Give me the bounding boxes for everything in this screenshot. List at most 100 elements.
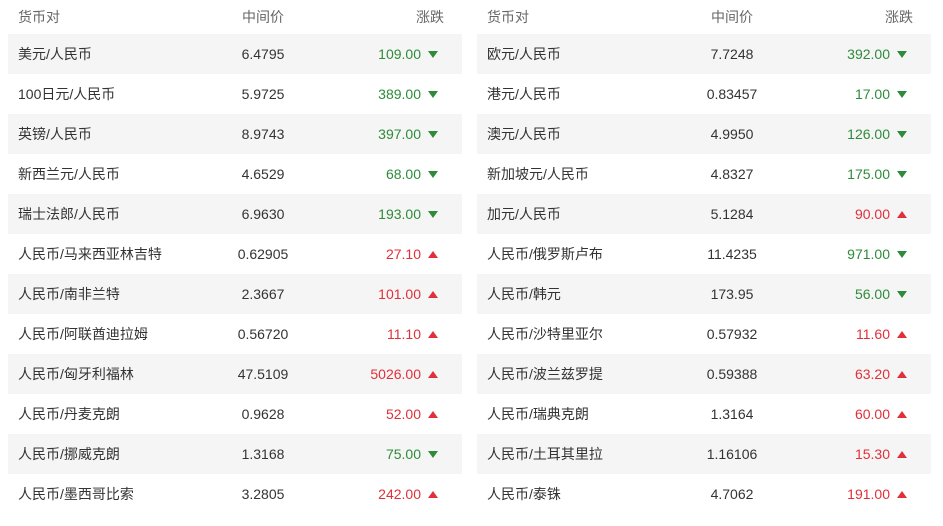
- change-value: 242.00: [378, 486, 421, 502]
- change-value: 68.00: [385, 166, 421, 182]
- currency-pair[interactable]: 欧元/人民币: [477, 44, 677, 64]
- change-value: 90.00: [854, 206, 890, 222]
- change-cell: 392.00: [787, 46, 931, 62]
- mid-price: 0.83457: [706, 86, 758, 102]
- currency-pair[interactable]: 人民币/阿联酋迪拉姆: [8, 324, 208, 344]
- currency-pair[interactable]: 瑞士法郎/人民币: [8, 204, 208, 224]
- change-value: 389.00: [378, 86, 421, 102]
- mid-price: 4.6529: [241, 166, 285, 182]
- change-cell: 191.00: [787, 486, 931, 502]
- change-value: 63.20: [854, 366, 890, 382]
- table-row[interactable]: 人民币/泰铢 4.7062 191.00: [477, 474, 931, 514]
- triangle-down-icon: [897, 250, 907, 258]
- currency-pair[interactable]: 人民币/南非兰特: [8, 284, 208, 304]
- mid-price: 4.9950: [710, 126, 754, 142]
- currency-pair[interactable]: 人民币/瑞典克朗: [477, 404, 677, 424]
- change-value: 971.00: [847, 246, 890, 262]
- table-row[interactable]: 人民币/韩元 173.95 56.00: [477, 274, 931, 314]
- currency-pair[interactable]: 加元/人民币: [477, 204, 677, 224]
- currency-pair[interactable]: 港元/人民币: [477, 84, 677, 104]
- table-row[interactable]: 英镑/人民币 8.9743 397.00: [8, 114, 462, 154]
- change-cell: 126.00: [787, 126, 931, 142]
- triangle-down-icon: [428, 130, 438, 138]
- table-row[interactable]: 人民币/墨西哥比索 3.2805 242.00: [8, 474, 462, 514]
- currency-pair[interactable]: 人民币/墨西哥比索: [8, 484, 208, 504]
- triangle-down-icon: [897, 130, 907, 138]
- table-row[interactable]: 人民币/俄罗斯卢布 11.4235 971.00: [477, 234, 931, 274]
- mid-price: 47.5109: [237, 366, 289, 382]
- currency-pair[interactable]: 新西兰元/人民币: [8, 164, 208, 184]
- currency-pair[interactable]: 人民币/土耳其里拉: [477, 444, 677, 464]
- triangle-up-icon: [428, 330, 438, 338]
- mid-price: 1.16106: [706, 446, 758, 462]
- table-row[interactable]: 人民币/土耳其里拉 1.16106 15.30: [477, 434, 931, 474]
- currency-pair[interactable]: 人民币/沙特里亚尔: [477, 324, 677, 344]
- currency-pair[interactable]: 英镑/人民币: [8, 124, 208, 144]
- table-row[interactable]: 人民币/阿联酋迪拉姆 0.56720 11.10: [8, 314, 462, 354]
- table-row[interactable]: 港元/人民币 0.83457 17.00: [477, 74, 931, 114]
- change-value: 193.00: [378, 206, 421, 222]
- mid-price: 0.57932: [706, 326, 758, 342]
- change-value: 52.00: [385, 406, 421, 422]
- mid-price: 6.4795: [241, 46, 285, 62]
- table-header: 货币对 中间价 涨跌: [477, 0, 931, 34]
- change-value: 60.00: [854, 406, 890, 422]
- table-row[interactable]: 100日元/人民币 5.9725 389.00: [8, 74, 462, 114]
- table-row[interactable]: 新西兰元/人民币 4.6529 68.00: [8, 154, 462, 194]
- table-row[interactable]: 人民币/匈牙利福林 47.5109 5026.00: [8, 354, 462, 394]
- change-value: 191.00: [847, 486, 890, 502]
- table-row[interactable]: 瑞士法郎/人民币 6.9630 193.00: [8, 194, 462, 234]
- currency-pair[interactable]: 澳元/人民币: [477, 124, 677, 144]
- table-row[interactable]: 欧元/人民币 7.7248 392.00: [477, 34, 931, 74]
- currency-pair[interactable]: 人民币/马来西亚林吉特: [8, 244, 208, 264]
- table-row[interactable]: 澳元/人民币 4.9950 126.00: [477, 114, 931, 154]
- change-cell: 63.20: [787, 366, 931, 382]
- currency-pair[interactable]: 人民币/挪威克朗: [8, 444, 208, 464]
- change-value: 17.00: [854, 86, 890, 102]
- table-row[interactable]: 人民币/丹麦克朗 0.9628 52.00: [8, 394, 462, 434]
- currency-pair[interactable]: 人民币/俄罗斯卢布: [477, 244, 677, 264]
- table-row[interactable]: 人民币/瑞典克朗 1.3164 60.00: [477, 394, 931, 434]
- change-cell: 109.00: [318, 46, 462, 62]
- currency-pair[interactable]: 人民币/波兰兹罗提: [477, 364, 677, 384]
- change-cell: 389.00: [318, 86, 462, 102]
- triangle-down-icon: [428, 90, 438, 98]
- triangle-down-icon: [428, 170, 438, 178]
- triangle-up-icon: [897, 450, 907, 458]
- triangle-down-icon: [897, 50, 907, 58]
- change-value: 56.00: [854, 286, 890, 302]
- change-cell: 101.00: [318, 286, 462, 302]
- mid-price: 5.9725: [241, 86, 285, 102]
- currency-pair[interactable]: 新加坡元/人民币: [477, 164, 677, 184]
- table-row[interactable]: 美元/人民币 6.4795 109.00: [8, 34, 462, 74]
- change-value: 175.00: [847, 166, 890, 182]
- currency-pair[interactable]: 人民币/泰铢: [477, 484, 677, 504]
- change-cell: 90.00: [787, 206, 931, 222]
- currency-pair[interactable]: 美元/人民币: [8, 44, 208, 64]
- table-row[interactable]: 人民币/波兰兹罗提 0.59388 63.20: [477, 354, 931, 394]
- fx-rates-panel: 货币对 中间价 涨跌 美元/人民币 6.4795 109.00 100日元/人民币 5.…: [0, 0, 943, 526]
- table-row[interactable]: 加元/人民币 5.1284 90.00: [477, 194, 931, 234]
- change-value: 109.00: [378, 46, 421, 62]
- triangle-up-icon: [897, 330, 907, 338]
- table-row[interactable]: 人民币/沙特里亚尔 0.57932 11.60: [477, 314, 931, 354]
- currency-pair[interactable]: 人民币/匈牙利福林: [8, 364, 208, 384]
- currency-pair[interactable]: 100日元/人民币: [8, 84, 208, 104]
- triangle-down-icon: [897, 90, 907, 98]
- currency-pair[interactable]: 人民币/韩元: [477, 284, 677, 304]
- table-row[interactable]: 人民币/南非兰特 2.3667 101.00: [8, 274, 462, 314]
- fx-table-left: 货币对 中间价 涨跌 美元/人民币 6.4795 109.00 100日元/人民币 5.…: [8, 0, 462, 514]
- change-cell: 60.00: [787, 406, 931, 422]
- triangle-up-icon: [428, 290, 438, 298]
- table-row[interactable]: 新加坡元/人民币 4.8327 175.00: [477, 154, 931, 194]
- change-cell: 397.00: [318, 126, 462, 142]
- change-cell: 17.00: [787, 86, 931, 102]
- header-pair: 货币对: [18, 9, 60, 25]
- table-row[interactable]: 人民币/挪威克朗 1.3168 75.00: [8, 434, 462, 474]
- mid-price: 7.7248: [710, 46, 754, 62]
- table-row[interactable]: 人民币/马来西亚林吉特 0.62905 27.10: [8, 234, 462, 274]
- currency-pair[interactable]: 人民币/丹麦克朗: [8, 404, 208, 424]
- triangle-up-icon: [897, 490, 907, 498]
- header-change: 涨跌: [416, 9, 444, 25]
- triangle-up-icon: [428, 370, 438, 378]
